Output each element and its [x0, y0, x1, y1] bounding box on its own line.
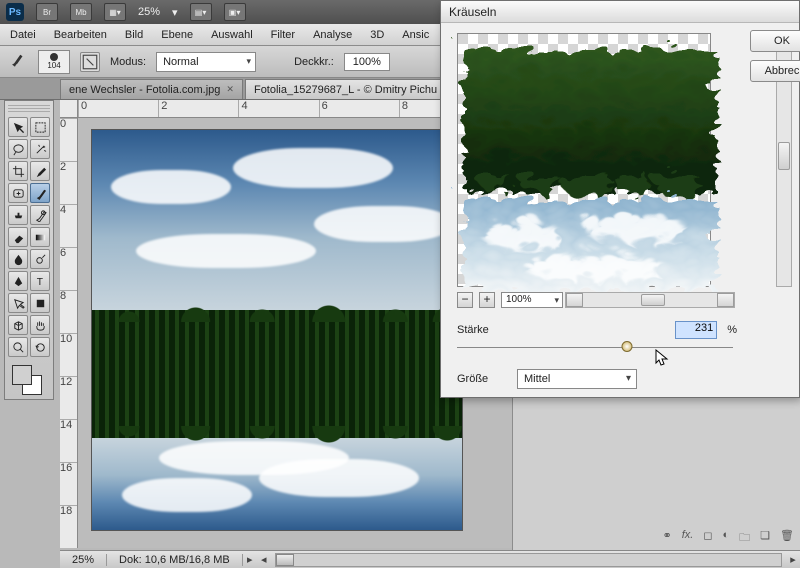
menu-filter[interactable]: Filter — [271, 29, 295, 41]
ripple-dialog: Kräuseln − + 100% Stärke 231 % Größe Mit… — [440, 0, 800, 398]
type-tool[interactable]: T — [30, 271, 50, 291]
arrange-docs-button[interactable]: ▤▾ — [190, 3, 212, 21]
path-select-tool[interactable] — [8, 293, 28, 313]
panel-dock: ⚭ fx. ◻ ◐ 🗀 ❏ 🗑 — [512, 394, 800, 550]
color-swatches[interactable] — [8, 363, 50, 395]
dodge-tool[interactable] — [30, 249, 50, 269]
menu-3d[interactable]: 3D — [370, 29, 384, 41]
scrollbar-thumb[interactable] — [276, 554, 294, 566]
svg-text:T: T — [36, 277, 42, 288]
menu-analyse[interactable]: Analyse — [313, 29, 352, 41]
app-logo: Ps — [6, 3, 24, 21]
pen-tool[interactable] — [8, 271, 28, 291]
magic-wand-tool[interactable] — [30, 139, 50, 159]
brush-panel-toggle[interactable] — [80, 52, 100, 72]
blend-mode-select[interactable]: Normal — [156, 52, 256, 72]
new-layer-icon[interactable]: ❏ — [760, 529, 770, 548]
link-icon[interactable]: ⚭ — [663, 529, 672, 548]
opacity-label: Deckkr.: — [294, 56, 334, 68]
screen-mode-button[interactable]: ▣▾ — [224, 3, 246, 21]
size-select[interactable]: Mittel — [517, 369, 637, 389]
menu-bild[interactable]: Bild — [125, 29, 143, 41]
crop-tool[interactable] — [8, 161, 28, 181]
vertical-ruler[interactable]: 024681012141618 — [60, 118, 78, 548]
menu-bearbeiten[interactable]: Bearbeiten — [54, 29, 107, 41]
document-tab[interactable]: Fotolia_15279687_L - © Dmitry Pichu✕ — [245, 79, 455, 99]
bridge-button[interactable]: Br — [36, 3, 58, 21]
canvas-image — [92, 130, 462, 310]
ruler-origin[interactable] — [60, 100, 78, 118]
dialog-title[interactable]: Kräuseln — [441, 1, 799, 23]
shape-tool[interactable] — [30, 293, 50, 313]
scroll-left-icon[interactable]: ◂ — [257, 553, 271, 566]
amount-label: Stärke — [457, 324, 507, 336]
minibridge-button[interactable]: Mb — [70, 3, 92, 21]
scrollbar-thumb[interactable] — [778, 142, 790, 170]
close-icon[interactable]: ✕ — [226, 84, 234, 95]
brush-preset-picker[interactable]: 104 — [38, 50, 70, 74]
modus-label: Modus: — [110, 56, 146, 68]
foreground-swatch[interactable] — [12, 365, 32, 385]
size-label: Größe — [457, 373, 507, 385]
preview-zoom-out-button[interactable]: − — [457, 292, 473, 308]
scroll-right-icon[interactable]: ▸ — [786, 553, 800, 566]
layers-panel-buttons: ⚭ fx. ◻ ◐ 🗀 ❏ 🗑 — [663, 529, 794, 548]
rotate-view-tool[interactable] — [30, 337, 50, 357]
ok-button[interactable]: OK — [750, 30, 800, 52]
healing-brush-tool[interactable] — [8, 183, 28, 203]
menu-ebene[interactable]: Ebene — [161, 29, 193, 41]
eraser-tool[interactable] — [8, 227, 28, 247]
move-tool[interactable] — [8, 117, 28, 137]
brush-tool[interactable] — [30, 183, 50, 203]
status-menu-icon[interactable]: ▸ — [243, 553, 257, 566]
blur-tool[interactable] — [8, 249, 28, 269]
document-tab[interactable]: ene Wechsler - Fotolia.com.jpg✕ — [60, 79, 243, 99]
preview-zoom-in-button[interactable]: + — [479, 292, 495, 308]
menu-datei[interactable]: Datei — [10, 29, 36, 41]
preview-zoom-select[interactable]: 100% — [501, 292, 563, 308]
marquee-tool[interactable] — [30, 117, 50, 137]
gradient-tool[interactable] — [30, 227, 50, 247]
fx-icon[interactable]: fx. — [682, 529, 694, 548]
cancel-button[interactable]: Abbrec — [750, 60, 800, 82]
view-extras-button[interactable]: ▦▾ — [104, 3, 126, 21]
menu-ansicht[interactable]: Ansic — [402, 29, 429, 41]
preview-horizontal-scrollbar[interactable] — [565, 292, 735, 308]
slider-thumb[interactable] — [621, 341, 632, 352]
history-brush-tool[interactable] — [30, 205, 50, 225]
lasso-tool[interactable] — [8, 139, 28, 159]
trash-icon[interactable]: 🗑 — [780, 529, 794, 548]
amount-input[interactable]: 231 — [675, 321, 717, 339]
hand-tool[interactable] — [30, 315, 50, 335]
toolbox: T — [4, 100, 54, 400]
percent-label: % — [727, 324, 737, 336]
canvas-image — [92, 310, 462, 382]
status-bar: 25% Dok: 10,6 MB/16,8 MB ▸ ◂ ▸ — [60, 550, 800, 568]
mask-icon[interactable]: ◻ — [703, 529, 712, 548]
filter-preview[interactable] — [457, 33, 711, 287]
current-tool-icon[interactable] — [8, 51, 28, 72]
3d-tool[interactable] — [8, 315, 28, 335]
appbar-zoom[interactable]: 25% — [138, 6, 160, 18]
horizontal-scrollbar[interactable] — [275, 553, 782, 567]
canvas-image — [92, 382, 462, 530]
canvas[interactable] — [92, 130, 462, 530]
panel-grip[interactable] — [8, 105, 50, 113]
scrollbar-thumb[interactable] — [641, 294, 665, 306]
folder-icon[interactable]: 🗀 — [739, 529, 750, 548]
zoom-tool[interactable] — [8, 337, 28, 357]
status-docsize[interactable]: Dok: 10,6 MB/16,8 MB — [107, 554, 243, 566]
menu-auswahl[interactable]: Auswahl — [211, 29, 253, 41]
clone-stamp-tool[interactable] — [8, 205, 28, 225]
eyedropper-tool[interactable] — [30, 161, 50, 181]
amount-slider[interactable] — [457, 341, 733, 353]
opacity-input[interactable]: 100% — [344, 53, 390, 71]
adjustment-icon[interactable]: ◐ — [723, 529, 730, 548]
status-zoom[interactable]: 25% — [60, 554, 107, 566]
